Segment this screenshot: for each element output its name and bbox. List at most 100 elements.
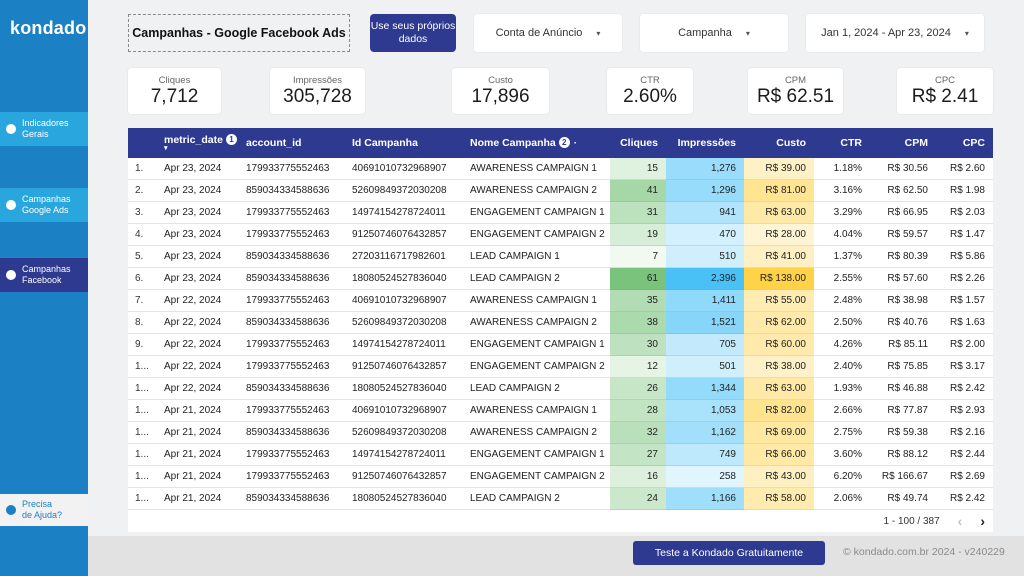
cell-campaign_id: 52609849372030208	[346, 312, 464, 334]
cell-cpm: R$ 38.98	[870, 290, 936, 312]
cell-custo: R$ 138.00	[744, 268, 814, 290]
cell-custo: R$ 69.00	[744, 422, 814, 444]
table-row[interactable]: 1...Apr 22, 2024859034334588636180805245…	[128, 378, 993, 400]
cell-account_id: 179933775552463	[240, 466, 346, 488]
column-header-campaign-name[interactable]: Nome Campanha2·	[464, 137, 610, 149]
cell-cliques: 30	[610, 334, 666, 356]
cell-account_id: 859034334588636	[240, 246, 346, 268]
sidebar-item-label: Indicadores Gerais	[22, 118, 69, 140]
table-row[interactable]: 1...Apr 22, 2024179933775552463912507460…	[128, 356, 993, 378]
cell-campaign_name: LEAD CAMPAIGN 2	[464, 378, 610, 400]
table-row[interactable]: 7.Apr 22, 202417993377555246340691010732…	[128, 290, 993, 312]
cell-num: 4.	[128, 224, 158, 246]
column-header-cpc[interactable]: CPC	[936, 137, 993, 149]
account-filter-dropdown[interactable]: Conta de Anúncio ▾	[474, 14, 622, 52]
table-row[interactable]: 6.Apr 23, 202485903433458863618080524527…	[128, 268, 993, 290]
cell-ctr: 3.60%	[814, 444, 870, 466]
cell-ctr: 2.75%	[814, 422, 870, 444]
sidebar-item-campanhas-google-ads[interactable]: Campanhas Google Ads	[0, 188, 88, 222]
table-row[interactable]: 8.Apr 22, 202485903433458863652609849372…	[128, 312, 993, 334]
cell-cpc: R$ 2.00	[936, 334, 993, 356]
cell-impressoes: 705	[666, 334, 744, 356]
use-own-data-button[interactable]: Use seus próprios dados	[370, 14, 456, 52]
column-header-custo[interactable]: Custo	[744, 137, 814, 149]
cell-account_id: 179933775552463	[240, 202, 346, 224]
cell-cpm: R$ 166.67	[870, 466, 936, 488]
cell-campaign_name: AWARENESS CAMPAIGN 1	[464, 158, 610, 180]
cell-ctr: 6.20%	[814, 466, 870, 488]
cell-cpm: R$ 66.95	[870, 202, 936, 224]
cell-date: Apr 21, 2024	[158, 444, 240, 466]
table-row[interactable]: 3.Apr 23, 202417993377555246314974154278…	[128, 202, 993, 224]
kpi-label: CPM	[785, 75, 806, 86]
sidebar-item-help[interactable]: Precisa de Ajuda?	[0, 494, 88, 526]
cell-custo: R$ 66.00	[744, 444, 814, 466]
campaign-filter-label: Campanha	[678, 27, 732, 39]
cell-cpm: R$ 49.74	[870, 488, 936, 510]
cell-campaign_id: 91250746076432857	[346, 224, 464, 246]
cell-custo: R$ 60.00	[744, 334, 814, 356]
cell-date: Apr 21, 2024	[158, 400, 240, 422]
table-row[interactable]: 2.Apr 23, 202485903433458863652609849372…	[128, 180, 993, 202]
table-row[interactable]: 5.Apr 23, 202485903433458863627203116717…	[128, 246, 993, 268]
table-row[interactable]: 1...Apr 21, 2024179933775552463406910107…	[128, 400, 993, 422]
column-label: Id Campanha	[352, 137, 418, 149]
column-header-cliques[interactable]: Cliques	[610, 137, 666, 149]
cell-campaign_name: ENGAGEMENT CAMPAIGN 2	[464, 466, 610, 488]
cell-campaign_id: 14974154278724011	[346, 202, 464, 224]
column-header-ctr[interactable]: CTR	[814, 137, 870, 149]
cell-ctr: 2.50%	[814, 312, 870, 334]
cell-account_id: 859034334588636	[240, 422, 346, 444]
cell-account_id: 179933775552463	[240, 290, 346, 312]
cell-date: Apr 22, 2024	[158, 312, 240, 334]
table-row[interactable]: 4.Apr 23, 202417993377555246391250746076…	[128, 224, 993, 246]
cell-ctr: 1.93%	[814, 378, 870, 400]
cell-campaign_id: 14974154278724011	[346, 334, 464, 356]
page-title: Campanhas - Google Facebook Ads	[128, 14, 350, 52]
column-header-campaign-id[interactable]: Id Campanha	[346, 137, 464, 149]
cell-ctr: 2.06%	[814, 488, 870, 510]
cell-date: Apr 23, 2024	[158, 246, 240, 268]
campaign-filter-dropdown[interactable]: Campanha ▾	[640, 14, 788, 52]
sidebar-item-indicadores-gerais[interactable]: Indicadores Gerais	[0, 112, 88, 146]
free-trial-button[interactable]: Teste a Kondado Gratuitamente	[633, 541, 825, 565]
cell-cliques: 16	[610, 466, 666, 488]
bullet-dot-icon	[6, 505, 16, 515]
cell-campaign_id: 52609849372030208	[346, 180, 464, 202]
sidebar-item-campanhas-facebook[interactable]: Campanhas Facebook	[0, 258, 88, 292]
cell-cliques: 41	[610, 180, 666, 202]
cell-date: Apr 23, 2024	[158, 202, 240, 224]
cell-cpm: R$ 77.87	[870, 400, 936, 422]
kpi-label: Cliques	[159, 75, 191, 86]
column-header-impressoes[interactable]: Impressões	[666, 137, 744, 149]
kpi-value: R$ 2.41	[912, 86, 979, 107]
column-header-cpm[interactable]: CPM	[870, 137, 936, 149]
next-page-icon[interactable]: ›	[980, 514, 985, 528]
cell-impressoes: 2,396	[666, 268, 744, 290]
cell-num: 5.	[128, 246, 158, 268]
cell-impressoes: 1,166	[666, 488, 744, 510]
cell-cpm: R$ 46.88	[870, 378, 936, 400]
column-label: account_id	[246, 137, 301, 149]
previous-page-icon[interactable]: ‹	[958, 514, 963, 528]
kpi-card-cpc: CPC R$ 2.41	[897, 68, 993, 114]
column-header-account-id[interactable]: account_id	[240, 137, 346, 149]
cell-impressoes: 749	[666, 444, 744, 466]
cell-impressoes: 470	[666, 224, 744, 246]
chevron-down-icon: ▾	[746, 29, 750, 38]
table-row[interactable]: 1.Apr 23, 202417993377555246340691010732…	[128, 158, 993, 180]
pagination-label: 1 - 100 / 387	[884, 516, 940, 527]
cell-cliques: 12	[610, 356, 666, 378]
table-row[interactable]: 1...Apr 21, 2024859034334588636526098493…	[128, 422, 993, 444]
cell-custo: R$ 41.00	[744, 246, 814, 268]
cell-impressoes: 1,344	[666, 378, 744, 400]
cell-campaign_name: AWARENESS CAMPAIGN 1	[464, 290, 610, 312]
table-row[interactable]: 1...Apr 21, 2024859034334588636180805245…	[128, 488, 993, 510]
cell-cpm: R$ 75.85	[870, 356, 936, 378]
table-row[interactable]: 9.Apr 22, 202417993377555246314974154278…	[128, 334, 993, 356]
date-range-dropdown[interactable]: Jan 1, 2024 - Apr 23, 2024 ▾	[806, 14, 984, 52]
table-row[interactable]: 1...Apr 21, 2024179933775552463912507460…	[128, 466, 993, 488]
table-row[interactable]: 1...Apr 21, 2024179933775552463149741542…	[128, 444, 993, 466]
cell-cpm: R$ 40.76	[870, 312, 936, 334]
column-header-metric-date[interactable]: metric_date1 ▾	[158, 134, 240, 152]
